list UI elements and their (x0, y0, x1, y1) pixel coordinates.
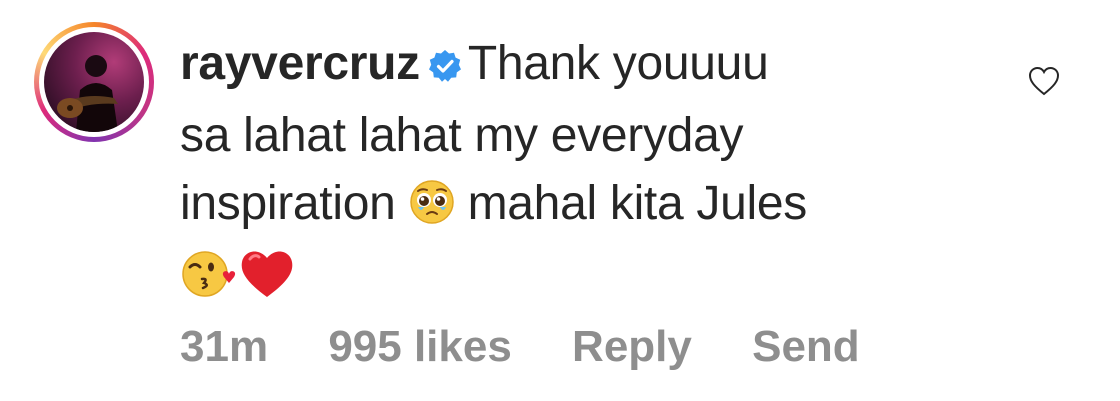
verified-badge-icon (428, 34, 462, 102)
comment-meta: 31m 995 likes Reply Send (180, 322, 908, 372)
reply-button[interactable]: Reply (572, 322, 692, 371)
send-button[interactable]: Send (752, 322, 860, 371)
comment-line-2: sa lahat lahat my everyday (180, 109, 744, 162)
comment-line-3-end: mahal kita Jules (467, 177, 808, 230)
likes-count[interactable]: 995 likes (328, 322, 512, 371)
comment: rayvercruz Thank youuuu sa lahat lahat m… (0, 0, 1120, 401)
comment-line-3-start: inspiration (180, 177, 396, 230)
username[interactable]: rayvercruz (180, 37, 420, 90)
kissing-face-emoji (180, 245, 238, 318)
avatar-story-ring[interactable] (34, 22, 154, 142)
comment-body: rayvercruz Thank youuuu sa lahat lahat m… (180, 30, 1000, 318)
avatar-photo (57, 55, 118, 132)
red-heart-emoji (238, 245, 296, 318)
like-heart-icon[interactable] (1028, 66, 1060, 96)
comment-line-1: Thank youuuu (467, 37, 769, 90)
pleading-face-emoji (409, 176, 455, 244)
avatar[interactable] (44, 32, 144, 132)
timestamp[interactable]: 31m (180, 322, 268, 371)
